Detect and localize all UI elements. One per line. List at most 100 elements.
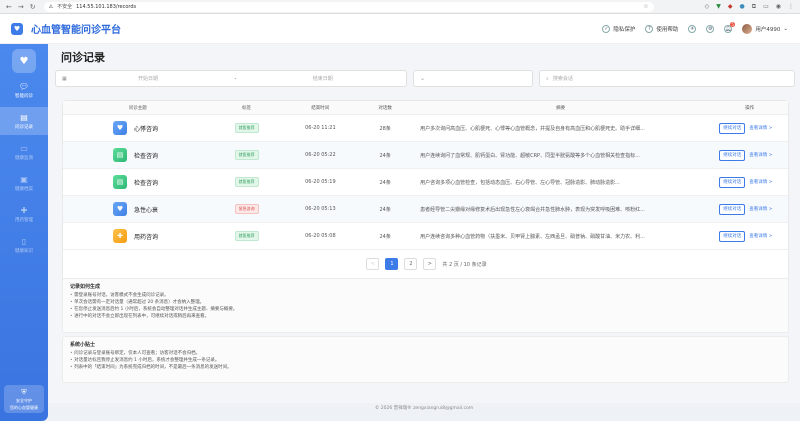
info-item: 问诊记录与登录账号绑定，仅本人可查看；访客对话不会归档。: [70, 350, 781, 357]
col-header-actions: 操作: [745, 105, 755, 111]
table-header: 问诊主题 标签 结束时间 对话数 摘要 操作: [63, 101, 788, 115]
continue-chat-button[interactable]: 继续对话: [719, 203, 746, 215]
row-tag: 就医推荐: [234, 231, 259, 241]
sidebar-item-knowledge[interactable]: ▯ 健康知识: [0, 231, 48, 259]
row-summary: 用户咨询多项心血管检查，包括动态血压、右心导管、左心导管、冠脉造影、肺动脉造影.…: [420, 179, 620, 186]
avatar: [742, 23, 753, 34]
row-title: 检查咨询: [134, 152, 159, 160]
profile-icon: ▣: [20, 174, 28, 184]
row-tag: 紧急咨询: [234, 204, 259, 214]
page-1-button[interactable]: 1: [385, 258, 399, 270]
chat-icon: 💬︎: [18, 81, 30, 91]
sidebar-logo-icon[interactable]: ♥: [12, 49, 36, 73]
table-row: ♥ 心悸咨询 就医推荐 06-20 11:21 28条 用户多次询问高血压、心肌梗死、心悸…: [63, 115, 788, 142]
search-input[interactable]: ⌕ 搜索会话: [539, 70, 795, 87]
sidebar-footer-card: ⛨ 安全守护 您的心血管健康: [4, 385, 44, 413]
insecure-label: 不安全: [57, 4, 73, 10]
sidebar-toggle-icon[interactable]: ▭: [763, 3, 769, 10]
continue-chat-button[interactable]: 继续对话: [719, 176, 746, 188]
bookmark-star-icon[interactable]: ☆: [643, 3, 648, 10]
chevron-down-icon: ⌄: [783, 25, 788, 32]
heart-logo-icon: ♥: [11, 22, 23, 35]
forward-icon[interactable]: →: [18, 3, 24, 11]
extension-icon[interactable]: ◇: [705, 3, 710, 10]
sidebar-item-profile[interactable]: ▣ 健康档案: [0, 169, 48, 197]
vue-devtools-icon[interactable]: ▼: [716, 3, 721, 10]
heart-icon: ♥: [113, 121, 127, 135]
date-range-picker[interactable]: ▦ 开始日期 - 结束日期: [55, 70, 407, 87]
records-icon: ▤: [20, 112, 28, 122]
privacy-label: 隐私保护: [613, 26, 636, 33]
sidebar-item-label: 智能问诊: [15, 93, 33, 99]
row-topic: ✚ 用药咨询: [63, 229, 213, 243]
row-title: 检查咨询: [134, 179, 159, 187]
table-row: ✚ 用药咨询 就医推荐 06-20 05:08 24条 用户连续咨询多种心血管药物（扶墨米…: [63, 223, 788, 250]
col-header-time: 结束时间: [311, 105, 330, 111]
prev-page-button[interactable]: <: [366, 258, 380, 270]
info-item: 对话量达标且我停止发消息约 1 小时后，系统才会整理并生成一条记录。: [70, 357, 781, 364]
help-link[interactable]: ? 使用帮助: [645, 24, 678, 33]
bell-icon[interactable]: 🔔︎ 5: [724, 21, 736, 33]
puzzle-icon[interactable]: ⧉: [752, 3, 756, 11]
sidebar-footer-line1: 安全守护: [16, 397, 32, 403]
sidebar-item-consult[interactable]: 💬︎ 智能问诊: [0, 76, 48, 104]
row-topic: ▤ 检查咨询: [63, 148, 213, 162]
sidebar-item-label: 健康知识: [15, 248, 33, 254]
chevron-down-icon: ⌄: [420, 75, 426, 82]
search-placeholder: 搜索会话: [552, 76, 573, 82]
col-header-count: 对话数: [378, 105, 392, 111]
reload-icon[interactable]: ↻: [30, 3, 36, 11]
warning-icon: ⚠: [48, 3, 54, 10]
info-item: 列表中的「结束时间」为系统完成归档的时间，不是最后一条消息的发送时间。: [70, 364, 781, 371]
sidebar-item-monitor[interactable]: ▭ 健康监测: [0, 138, 48, 166]
app-header: ♥ 心血管智能问诊平台 ✓ 隐私保护 ? 使用帮助 ☀ ⚙ 🔔︎ 5 用户4990…: [0, 14, 800, 44]
monitor-icon: ▭: [20, 143, 28, 153]
end-date-input[interactable]: 结束日期: [245, 75, 400, 82]
view-detail-link[interactable]: 查看详情 >: [749, 233, 772, 239]
url-text: 114.55.101.183/records: [76, 3, 137, 10]
back-icon[interactable]: ←: [6, 3, 12, 11]
table-row: ▤ 检查咨询 就医推荐 06-20 05:22 24条 用户连续询问了血常规、肌钙蛋白、肾…: [63, 142, 788, 169]
sidebar-item-medication[interactable]: ✚ 用药管理: [0, 200, 48, 228]
next-page-button[interactable]: >: [423, 258, 437, 270]
sidebar-footer-line2: 您的心血管健康: [10, 404, 38, 410]
row-topic: ♥ 心悸咨询: [63, 121, 213, 135]
view-detail-link[interactable]: 查看详情 >: [749, 206, 772, 212]
shield-icon: ⛨: [21, 387, 27, 396]
row-title: 急性心衰: [134, 206, 159, 214]
continue-chat-button[interactable]: 继续对话: [719, 149, 746, 161]
table-row: ▤ 检查咨询 就医推荐 06-20 05:19 24条 用户咨询多项心血管检查，包括动态血…: [63, 169, 788, 196]
col-header-summary: 摘要: [556, 105, 566, 111]
menu-dots-icon[interactable]: ⋮: [788, 3, 794, 10]
notification-badge: 5: [729, 21, 736, 27]
continue-chat-button[interactable]: 继续对话: [719, 122, 746, 134]
clipboard-icon: ▤: [113, 148, 127, 162]
profile-icon[interactable]: ◉: [776, 3, 781, 10]
theme-toggle-icon[interactable]: ☀: [688, 24, 697, 33]
view-detail-link[interactable]: 查看详情 >: [749, 152, 772, 158]
sidebar: ♥ 💬︎ 智能问诊 ▤ 问诊记录 ▭ 健康监测 ▣ 健康档案 ✚ 用药管理 ▯ …: [0, 44, 48, 421]
extension-m-icon[interactable]: ●: [740, 3, 745, 10]
extension-y-icon[interactable]: ◆: [728, 3, 733, 10]
view-detail-link[interactable]: 查看详情 >: [749, 179, 772, 185]
address-bar[interactable]: ⚠ 不安全 114.55.101.183/records ☆: [43, 1, 654, 12]
continue-chat-button[interactable]: 继续对话: [719, 230, 746, 242]
row-title: 用药咨询: [134, 233, 159, 241]
page-2-button[interactable]: 2: [404, 258, 418, 270]
pill-icon: ✚: [113, 229, 127, 243]
row-summary: 用户连续询问了血常规、肌钙蛋白、肾功能、超敏CRP、同型半胱氨酸等多个心血管相关…: [420, 152, 640, 159]
shield-check-icon: ✓: [602, 24, 611, 33]
user-menu[interactable]: 用户4990 ⌄: [742, 23, 788, 34]
view-detail-link[interactable]: 查看详情 >: [749, 125, 772, 131]
info-item: 需登录账号对话，访客模式不会生成问诊记录。: [70, 292, 781, 299]
sidebar-item-records[interactable]: ▤ 问诊记录: [0, 107, 48, 135]
row-title: 心悸咨询: [134, 125, 159, 133]
privacy-link[interactable]: ✓ 隐私保护: [602, 24, 636, 33]
start-date-input[interactable]: 开始日期: [71, 75, 226, 82]
tag-select[interactable]: ⌄: [413, 70, 533, 87]
settings-gear-icon[interactable]: ⚙: [706, 24, 715, 33]
row-topic: ♥ 急性心衰: [63, 202, 213, 216]
row-tag: 就医推荐: [234, 177, 259, 187]
browser-toolbar: ← → ↻ ⚠ 不安全 114.55.101.183/records ☆ ◇ ▼…: [0, 0, 800, 14]
row-count: 24条: [379, 206, 391, 213]
